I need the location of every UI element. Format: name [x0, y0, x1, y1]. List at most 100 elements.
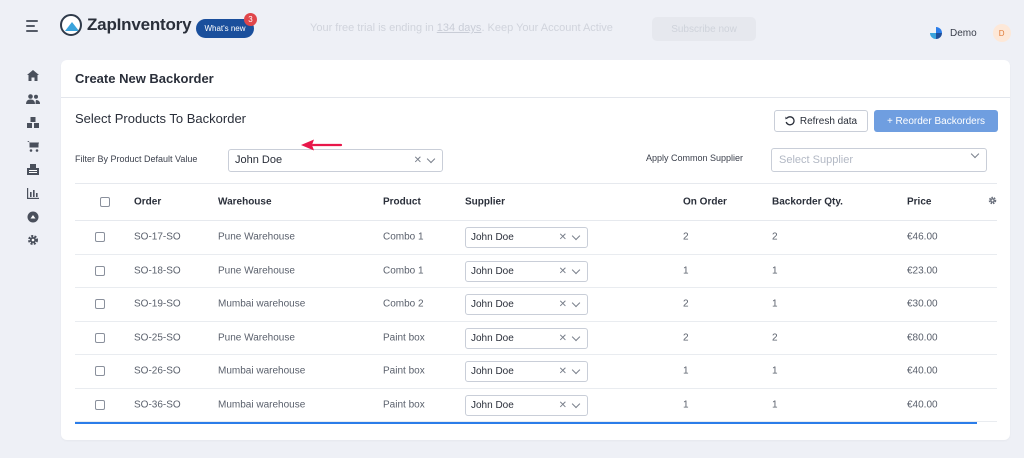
on-order-cell: 1 [683, 265, 689, 277]
order-cell[interactable]: SO-17-SO [134, 232, 181, 243]
on-order-cell: 2 [683, 298, 689, 310]
product-cell: Paint box [383, 399, 425, 411]
subscribe-button[interactable]: Subscribe now [652, 17, 756, 41]
order-cell[interactable]: SO-36-SO [134, 399, 181, 410]
column-header-backorder-qty: Backorder Qty. [772, 196, 843, 208]
filter-product-default-select[interactable]: John Doe ✕ [228, 149, 443, 172]
home-icon[interactable] [22, 64, 44, 88]
common-supplier-label: Apply Common Supplier [646, 153, 744, 163]
row-supplier-select[interactable]: John Doe ✕ [465, 227, 588, 248]
row-supplier-select[interactable]: John Doe ✕ [465, 260, 588, 282]
clear-icon[interactable]: ✕ [559, 333, 567, 344]
price-cell: €80.00 [907, 332, 938, 344]
chevron-down-icon[interactable] [571, 399, 581, 408]
warehouse-cell: Pune Warehouse [218, 231, 295, 243]
chevron-down-icon[interactable] [571, 332, 581, 341]
filter-value: John Doe [235, 154, 283, 166]
on-order-cell: 1 [683, 399, 689, 411]
row-checkbox[interactable] [95, 265, 105, 276]
trial-days-link[interactable]: 134 days [437, 22, 482, 34]
row-checkbox[interactable] [95, 366, 105, 377]
clear-icon[interactable]: ✕ [414, 155, 422, 166]
table-row: SO-25-SO Pune Warehouse Paint box John Doe ✕… [75, 322, 997, 355]
row-supplier-value: John Doe [471, 332, 514, 344]
annotation-arrow-icon [301, 139, 343, 151]
clear-icon[interactable]: ✕ [559, 299, 567, 310]
warehouse-cell: Mumbai warehouse [218, 365, 306, 377]
price-cell: €46.00 [907, 231, 938, 243]
product-cell: Combo 1 [383, 265, 424, 277]
backorder-qty-cell: 2 [772, 332, 778, 344]
order-cell[interactable]: SO-19-SO [134, 299, 181, 310]
on-order-cell: 2 [683, 231, 689, 243]
filter-label: Filter By Product Default Value [75, 154, 198, 164]
reorder-backorders-button[interactable]: + Reorder Backorders [874, 110, 998, 132]
refresh-data-label: Refresh data [799, 115, 858, 127]
clear-icon[interactable]: ✕ [559, 232, 567, 243]
clear-icon[interactable]: ✕ [559, 366, 567, 377]
clear-icon[interactable]: ✕ [559, 400, 567, 411]
inventory-icon[interactable] [22, 111, 44, 135]
price-cell: €40.00 [907, 365, 938, 377]
users-icon[interactable] [22, 88, 44, 112]
chevron-down-icon[interactable] [571, 265, 581, 274]
row-supplier-select[interactable]: John Doe ✕ [465, 294, 588, 315]
reports-icon[interactable] [22, 182, 44, 206]
backorder-qty-cell: 2 [772, 231, 778, 243]
product-cell: Paint box [383, 332, 425, 344]
order-cell[interactable]: SO-18-SO [134, 265, 181, 276]
refresh-icon [785, 116, 795, 126]
order-cell[interactable]: SO-25-SO [134, 332, 181, 343]
on-order-cell: 1 [683, 365, 689, 377]
trial-banner: Your free trial is ending in 134 days. K… [310, 22, 613, 34]
cart-icon[interactable] [22, 135, 44, 159]
chevron-down-icon[interactable] [571, 231, 581, 241]
chevron-down-icon[interactable] [970, 149, 980, 159]
row-supplier-select[interactable]: John Doe ✕ [465, 361, 588, 382]
product-cell: Combo 1 [383, 231, 424, 243]
row-supplier-select[interactable]: John Doe ✕ [465, 327, 588, 349]
column-header-warehouse: Warehouse [218, 196, 272, 208]
logo-icon [60, 14, 82, 36]
user-menu[interactable]: Demo D [930, 24, 1011, 42]
warehouse-cell: Pune Warehouse [218, 332, 295, 344]
whats-new-count-badge: 3 [244, 13, 257, 26]
trial-prefix: Your free trial is ending in [310, 22, 437, 34]
purchase-icon[interactable] [22, 158, 44, 182]
section-title: Select Products To Backorder [75, 111, 247, 126]
row-supplier-value: John Doe [471, 299, 514, 310]
order-cell[interactable]: SO-26-SO [134, 366, 181, 377]
integrations-icon[interactable] [22, 205, 44, 229]
supplier-placeholder: Select Supplier [779, 154, 853, 166]
avatar[interactable]: D [992, 24, 1011, 42]
row-checkbox[interactable] [95, 332, 105, 343]
column-header-on-order: On Order [683, 196, 727, 208]
whats-new-button[interactable]: What's new 3 [196, 13, 257, 38]
chevron-down-icon[interactable] [426, 154, 436, 164]
column-header-price: Price [907, 196, 932, 208]
table-row: SO-19-SO Mumbai warehouse Combo 2 John Doe ✕… [75, 288, 997, 322]
row-supplier-value: John Doe [471, 232, 514, 243]
chevron-down-icon[interactable] [571, 298, 581, 308]
common-supplier-select[interactable]: Select Supplier [771, 148, 987, 172]
theme-palette-icon[interactable] [930, 27, 942, 39]
table-row: SO-17-SO Pune Warehouse Combo 1 John Doe ✕ 2 2… [75, 221, 997, 255]
row-supplier-value: John Doe [471, 265, 514, 277]
row-checkbox[interactable] [95, 299, 105, 310]
column-header-product: Product [383, 196, 421, 208]
backorder-table: Order Warehouse Product Supplier On Orde… [75, 183, 997, 424]
price-cell: €30.00 [907, 298, 938, 310]
chevron-down-icon[interactable] [571, 365, 581, 375]
clear-icon[interactable]: ✕ [559, 266, 567, 277]
refresh-data-button[interactable]: Refresh data [774, 110, 868, 132]
row-checkbox[interactable] [95, 399, 105, 410]
select-all-checkbox[interactable] [100, 197, 110, 207]
table-header: Order Warehouse Product Supplier On Orde… [75, 183, 997, 221]
app-logo[interactable]: ZapInventory [60, 14, 192, 36]
row-checkbox[interactable] [95, 232, 105, 243]
settings-icon[interactable] [22, 229, 44, 253]
row-supplier-select[interactable]: John Doe ✕ [465, 394, 588, 416]
column-settings-gear-icon[interactable] [988, 196, 997, 208]
table-scroll-indicator [75, 422, 977, 424]
menu-icon[interactable] [26, 20, 40, 32]
